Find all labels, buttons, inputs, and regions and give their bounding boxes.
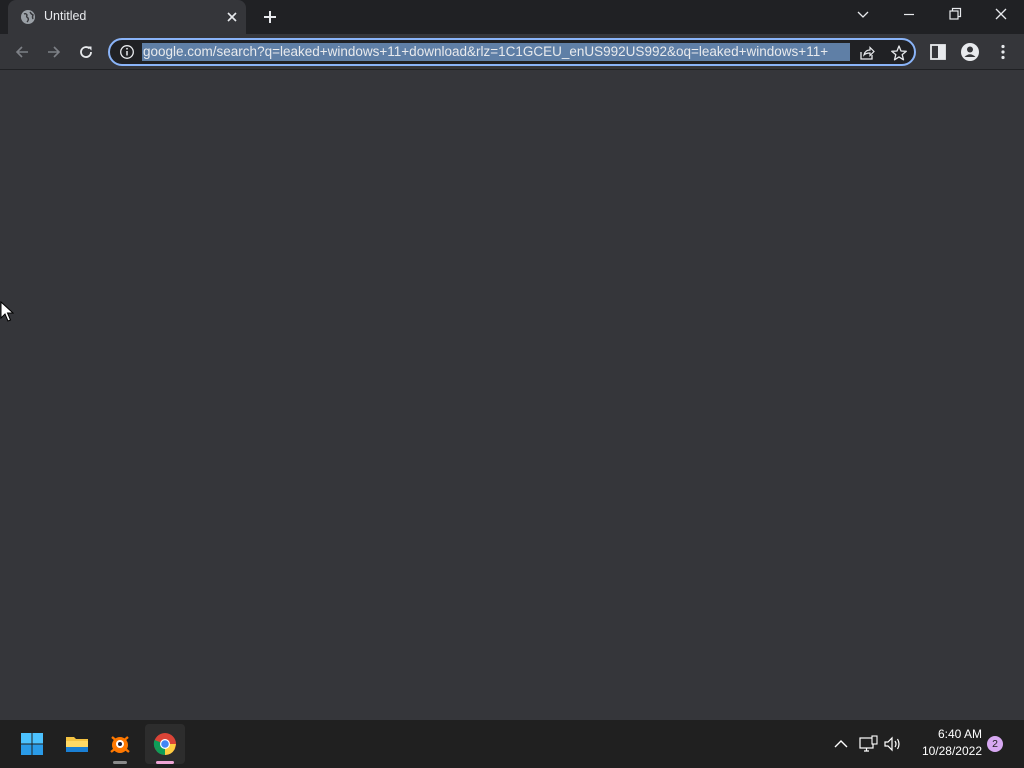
chrome-button[interactable] — [145, 724, 185, 764]
browser-tab[interactable]: Untitled — [8, 0, 246, 34]
address-bar[interactable]: google.com/search?q=leaked+windows+11+do… — [108, 38, 916, 66]
taskbar: 6:40 AM 10/28/2022 2 — [0, 720, 1024, 768]
chrome-icon — [153, 733, 176, 755]
system-clock[interactable]: 6:40 AM 10/28/2022 — [910, 726, 982, 760]
notification-badge[interactable]: 2 — [987, 736, 1003, 752]
tab-title: Untitled — [44, 9, 87, 23]
page-content[interactable] — [0, 71, 1024, 720]
browser-title-bar: Untitled — [0, 0, 1024, 34]
chevron-up-icon[interactable] — [831, 734, 851, 754]
avast-icon — [110, 736, 130, 753]
active-indicator — [156, 761, 174, 764]
folder-icon — [66, 737, 88, 752]
arrow-left-icon[interactable] — [9, 39, 35, 65]
chevron-down-icon[interactable] — [849, 4, 877, 26]
url-text[interactable]: google.com/search?q=leaked+windows+11+do… — [142, 43, 850, 61]
reload-icon[interactable] — [73, 39, 99, 65]
file-explorer-button[interactable] — [57, 724, 97, 764]
volume-icon[interactable] — [883, 734, 903, 754]
side-panel-icon[interactable] — [928, 42, 948, 62]
mouse-cursor-icon — [0, 300, 15, 323]
info-icon[interactable] — [119, 44, 135, 60]
star-icon[interactable] — [890, 44, 908, 62]
minimize-icon[interactable] — [895, 4, 923, 26]
running-indicator — [113, 761, 127, 764]
windows-logo-icon — [21, 733, 43, 755]
close-icon[interactable] — [224, 9, 240, 25]
globe-icon — [20, 9, 36, 25]
network-icon[interactable] — [858, 734, 878, 754]
clock-date: 10/28/2022 — [921, 744, 982, 758]
new-tab-button[interactable] — [260, 7, 280, 27]
arrow-right-icon[interactable] — [41, 39, 67, 65]
start-button[interactable] — [12, 724, 52, 764]
restore-icon[interactable] — [941, 4, 969, 26]
close-window-icon[interactable] — [987, 4, 1015, 26]
browser-toolbar: google.com/search?q=leaked+windows+11+do… — [0, 34, 1024, 70]
share-icon[interactable] — [858, 44, 876, 62]
profile-icon[interactable] — [960, 42, 980, 62]
kebab-menu-icon[interactable] — [993, 42, 1013, 62]
clock-time: 6:40 AM — [937, 727, 982, 741]
avast-button[interactable] — [100, 724, 140, 764]
